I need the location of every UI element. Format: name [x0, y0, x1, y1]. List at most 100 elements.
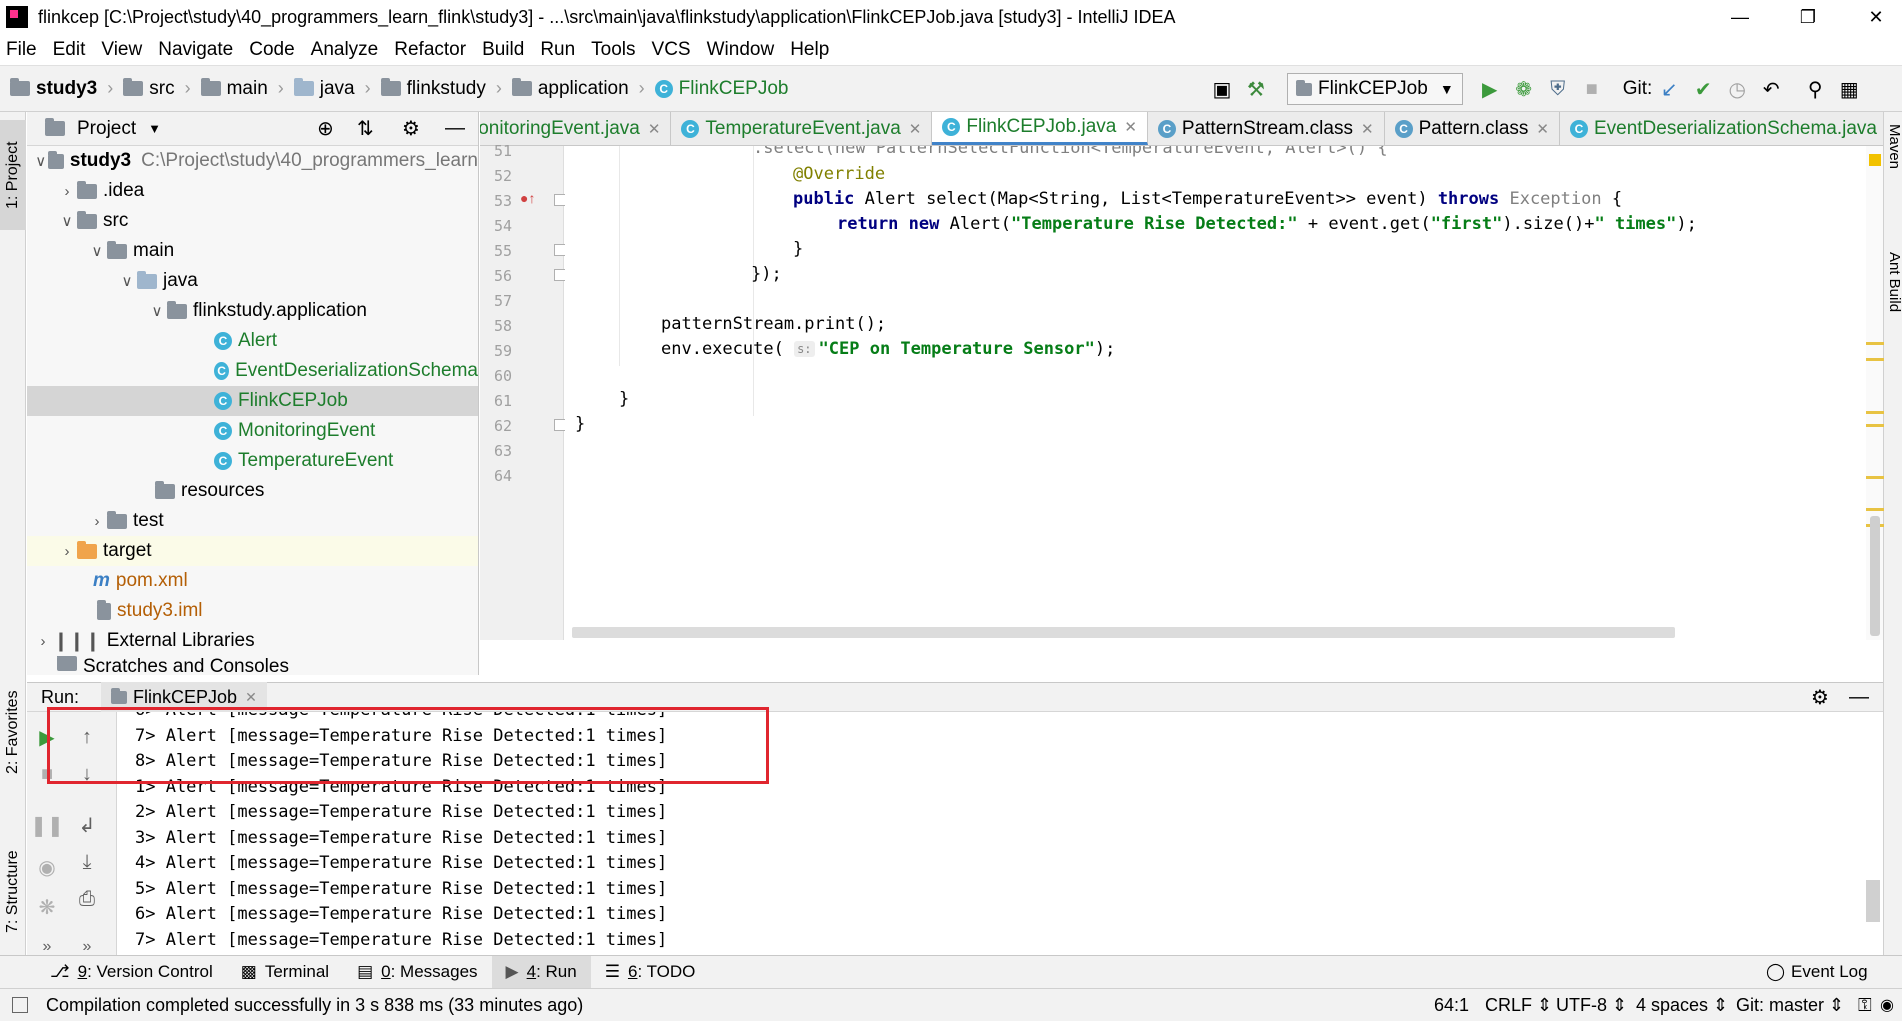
breadcrumb-application[interactable]: application ›: [502, 78, 645, 100]
gear-icon[interactable]: ⚙: [1811, 685, 1829, 710]
tab-pattern-class[interactable]: C Pattern.class ✕: [1385, 112, 1560, 145]
breadcrumb-flinkcepjob[interactable]: C FlinkCEPJob: [645, 78, 789, 100]
tab-monitoringevent-java[interactable]: lonitoringEvent.java ✕: [480, 112, 672, 145]
run-configuration-select[interactable]: FlinkCEPJob ▼: [1287, 73, 1463, 105]
caret-position[interactable]: 64:1: [1424, 995, 1479, 1016]
close-tab-icon[interactable]: ✕: [1124, 118, 1137, 136]
tree-item-flinkcepjob[interactable]: C FlinkCEPJob: [27, 386, 478, 416]
tree-item-eventdeserializationschema[interactable]: C EventDeserializationSchema: [27, 356, 478, 386]
console-scrollbar[interactable]: [1866, 880, 1880, 922]
menu-edit[interactable]: Edit: [47, 39, 96, 61]
camera-dump-icon[interactable]: ◉: [27, 852, 67, 882]
menu-code[interactable]: Code: [243, 39, 304, 61]
project-view-selector[interactable]: Project: [77, 118, 136, 140]
tree-item-java[interactable]: ∨ java: [27, 266, 478, 296]
tree-item-study3-iml[interactable]: study3.iml: [27, 596, 478, 626]
tree-item-src[interactable]: ∨ src: [27, 206, 478, 236]
tree-item-pom-xml[interactable]: m pom.xml: [27, 566, 478, 596]
locate-target-icon[interactable]: ⊕: [317, 116, 334, 141]
collapse-all-icon[interactable]: ⇅: [357, 116, 374, 141]
warning-marker[interactable]: [1866, 342, 1884, 345]
git-commit-icon[interactable]: ✔: [1686, 72, 1720, 106]
menu-navigate[interactable]: Navigate: [152, 39, 243, 61]
tree-item-idea[interactable]: › .idea: [27, 176, 478, 206]
git-update-icon[interactable]: ↙: [1652, 72, 1686, 106]
tree-item-scratches[interactable]: Scratches and Consoles: [27, 656, 478, 675]
menu-build[interactable]: Build: [476, 39, 534, 61]
code-editor[interactable]: .select(new PatternSelectFunction<Temper…: [565, 146, 1862, 640]
menu-refactor[interactable]: Refactor: [388, 39, 476, 61]
chevron-down-icon[interactable]: ▼: [148, 121, 161, 136]
warning-marker[interactable]: [1866, 476, 1884, 479]
menu-help[interactable]: Help: [784, 39, 839, 61]
tab-temperatureevent-java[interactable]: C TemperatureEvent.java ✕: [671, 112, 933, 145]
restore-layout-icon[interactable]: ❋: [27, 892, 67, 922]
coverage-icon[interactable]: ⛨: [1541, 72, 1575, 106]
hide-panel-icon[interactable]: —: [445, 117, 465, 140]
print-icon[interactable]: ⎙: [67, 884, 107, 914]
restore-button[interactable]: ❐: [1778, 0, 1838, 34]
warning-marker[interactable]: [1866, 508, 1884, 511]
event-log-tab[interactable]: ◯ Event Log: [1752, 956, 1882, 989]
project-structure-icon[interactable]: ▦: [1832, 72, 1866, 106]
ant-build-tool-tab[interactable]: Ant Build: [1884, 252, 1902, 312]
tree-item-test[interactable]: › test: [27, 506, 478, 536]
todo-tab[interactable]: ☰ 6: TODO: [591, 956, 710, 989]
editor-error-stripe[interactable]: [1866, 146, 1884, 640]
menu-tools[interactable]: Tools: [585, 39, 645, 61]
run-icon[interactable]: ▶: [1473, 72, 1507, 106]
toggle-tool-windows-icon[interactable]: [12, 997, 28, 1013]
search-icon[interactable]: ⚲: [1798, 72, 1832, 106]
menu-file[interactable]: File: [0, 39, 47, 61]
tab-patternstream-class[interactable]: C PatternStream.class ✕: [1148, 112, 1385, 145]
close-tab-icon[interactable]: ✕: [245, 689, 257, 706]
tab-flinkcepjob-java[interactable]: C FlinkCEPJob.java ✕: [932, 112, 1148, 145]
stop-icon[interactable]: ■: [1575, 72, 1609, 106]
git-branch-widget[interactable]: Git: master ⇕: [1726, 995, 1854, 1016]
favorites-tool-tab[interactable]: 2: Favorites: [0, 677, 26, 787]
memory-indicator-icon[interactable]: ◉: [1880, 995, 1894, 1015]
menu-window[interactable]: Window: [701, 39, 785, 61]
project-tool-tab[interactable]: 1: Project: [0, 120, 26, 230]
lock-icon[interactable]: ⚿: [1858, 995, 1872, 1016]
maven-tool-tab[interactable]: Maven: [1884, 124, 1902, 169]
warning-status-icon[interactable]: [1869, 154, 1881, 166]
warning-marker[interactable]: [1866, 411, 1884, 414]
editor-vertical-scrollbar[interactable]: [1870, 516, 1880, 636]
encoding-widget[interactable]: UTF-8 ⇕: [1546, 995, 1637, 1016]
tree-item-flinkstudy-application[interactable]: ∨ flinkstudy.application: [27, 296, 478, 326]
tree-item-target[interactable]: › target: [27, 536, 478, 566]
warning-marker[interactable]: [1866, 424, 1884, 427]
menu-view[interactable]: View: [95, 39, 152, 61]
git-history-icon[interactable]: ◷: [1720, 72, 1754, 106]
editor-horizontal-scrollbar[interactable]: [572, 627, 1675, 638]
close-tab-icon[interactable]: ✕: [648, 120, 661, 138]
breadcrumb-study3[interactable]: study3 ›: [0, 78, 113, 100]
build-hammer-icon[interactable]: ⚒: [1239, 72, 1273, 106]
menu-run[interactable]: Run: [534, 39, 585, 61]
structure-tool-tab[interactable]: 7: Structure: [0, 832, 26, 952]
close-tab-icon[interactable]: ✕: [1536, 120, 1549, 138]
messages-tab[interactable]: ▤ 0: Messages: [343, 956, 491, 989]
indent-widget[interactable]: 4 spaces ⇕: [1626, 995, 1738, 1016]
tree-item-main[interactable]: ∨ main: [27, 236, 478, 266]
scroll-to-end-icon[interactable]: ⤓: [67, 847, 107, 877]
tree-item-alert[interactable]: C Alert: [27, 326, 478, 356]
minimize-button[interactable]: —: [1710, 0, 1770, 34]
gear-icon[interactable]: ⚙: [402, 116, 420, 141]
breadcrumb-java[interactable]: java ›: [284, 78, 371, 100]
tree-item-temperatureevent[interactable]: C TemperatureEvent: [27, 446, 478, 476]
run-tool-tab[interactable]: ▶ 4: Run: [491, 955, 591, 989]
override-marker-icon[interactable]: ●↑: [520, 190, 535, 206]
close-tab-icon[interactable]: ✕: [909, 120, 922, 138]
tree-item-monitoringevent[interactable]: C MonitoringEvent: [27, 416, 478, 446]
breadcrumb-main[interactable]: main ›: [191, 78, 284, 100]
tree-item-study3[interactable]: ∨ study3 C:\Project\study\40_programmers…: [27, 146, 478, 176]
close-window-button[interactable]: ✕: [1846, 0, 1902, 34]
version-control-tab[interactable]: ⎇ 9: Version Control: [36, 956, 227, 989]
menu-vcs[interactable]: VCS: [646, 39, 701, 61]
tree-item-resources[interactable]: resources: [27, 476, 478, 506]
status-message[interactable]: Compilation completed successfully in 3 …: [36, 995, 593, 1016]
menu-analyze[interactable]: Analyze: [305, 39, 389, 61]
close-tab-icon[interactable]: ✕: [1361, 120, 1374, 138]
